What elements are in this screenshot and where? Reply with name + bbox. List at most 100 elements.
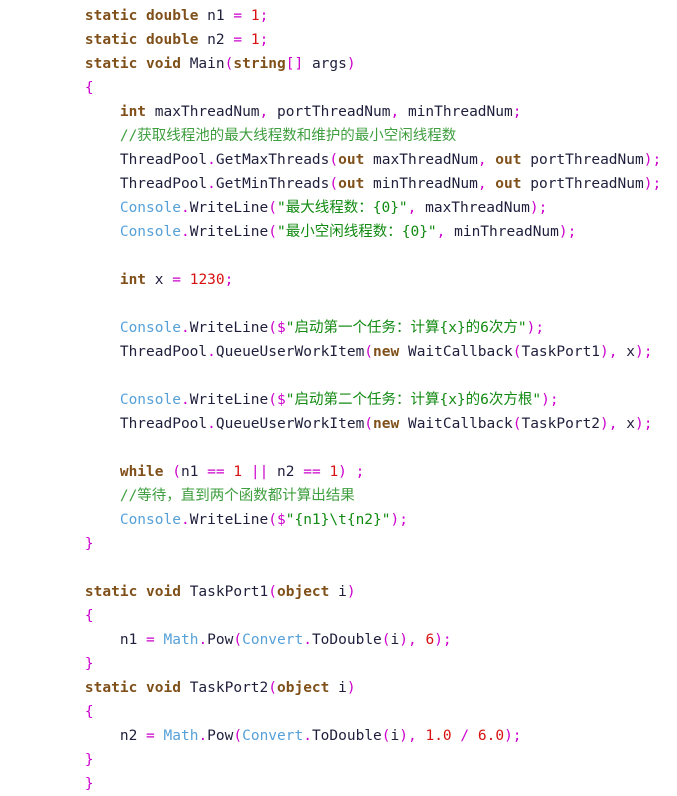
code-token-plain: portThreadNum — [521, 176, 644, 192]
code-token-plain: ThreadPool — [119, 176, 208, 192]
code-token-num: 1 — [250, 8, 260, 24]
code-token-class: Math — [163, 632, 199, 648]
code-line[interactable]: static double n2 = 1; — [0, 28, 677, 52]
code-token-num: 6 — [425, 632, 435, 648]
code-token-plain: WriteLine — [189, 512, 269, 528]
code-token-punc: , — [259, 104, 269, 120]
code-line[interactable]: { — [0, 76, 677, 100]
code-token-punc: , — [477, 152, 487, 168]
code-token-punc: ( — [329, 176, 339, 192]
code-token-kw: out — [495, 176, 522, 192]
code-line[interactable]: Console.WriteLine("最小空闲线程数：{0}", minThre… — [0, 220, 677, 244]
code-token-kw: void — [146, 56, 181, 72]
code-token-punc: ( — [233, 632, 243, 648]
code-line[interactable]: ThreadPool.GetMaxThreads(out maxThreadNu… — [0, 148, 677, 172]
code-token-kw: static — [84, 680, 138, 696]
code-token-class: Console — [119, 392, 181, 408]
code-token-punc: ); — [643, 152, 662, 168]
code-line[interactable]: } — [0, 772, 677, 796]
code-token-plain: ThreadPool — [119, 416, 208, 432]
code-token-class: Console — [119, 320, 181, 336]
code-token-punc: ; — [259, 32, 269, 48]
code-token-num: 1 — [233, 464, 243, 480]
code-token-class: Math — [163, 728, 199, 744]
code-token-num: 1 — [250, 32, 260, 48]
code-line[interactable]: //等待，直到两个函数都计算出结果 — [0, 484, 677, 508]
code-line[interactable]: { — [0, 700, 677, 724]
code-token-punc: } — [84, 656, 94, 672]
code-token-punc: { — [84, 80, 94, 96]
code-line[interactable]: static void TaskPort1(object i) — [0, 580, 677, 604]
code-line[interactable]: Console.WriteLine($"{n1}\t{n2}"); — [0, 508, 677, 532]
code-token-plain: maxThreadNum — [364, 152, 478, 168]
code-line[interactable]: n1 = Math.Pow(Convert.ToDouble(i), 6); — [0, 628, 677, 652]
code-line-blank[interactable] — [0, 436, 677, 460]
code-token-punc: ; — [224, 272, 234, 288]
code-token-punc: == — [303, 464, 321, 480]
code-token-plain: TaskPort1 — [180, 584, 269, 600]
code-line-blank[interactable] — [0, 292, 677, 316]
code-line-blank[interactable] — [0, 364, 677, 388]
code-token-punc: / — [460, 728, 470, 744]
code-line[interactable]: while (n1 == 1 || n2 == 1) ; — [0, 460, 677, 484]
code-line-blank[interactable] — [0, 556, 677, 580]
code-line[interactable]: } — [0, 748, 677, 772]
code-token-punc: ) — [346, 584, 356, 600]
code-line[interactable]: ThreadPool.GetMinThreads(out minThreadNu… — [0, 172, 677, 196]
code-line[interactable]: int x = 1230; — [0, 268, 677, 292]
code-token-punc: , — [477, 176, 487, 192]
code-line[interactable]: } — [0, 532, 677, 556]
code-token-punc: ; — [512, 104, 522, 120]
code-token-punc: . — [180, 200, 190, 216]
code-line[interactable]: } — [0, 652, 677, 676]
code-token-plain: n2 — [119, 728, 147, 744]
code-token-punc: ); — [529, 200, 548, 216]
code-token-plain: n1 — [119, 632, 147, 648]
code-token-punc: $ — [277, 320, 286, 336]
code-token-punc: $ — [277, 512, 286, 528]
code-line[interactable]: //获取线程池的最大线程数和维护的最小空闲线程数 — [0, 124, 677, 148]
code-token-plain: i — [390, 728, 400, 744]
code-token-plain: ToDouble — [311, 728, 382, 744]
code-line[interactable]: { — [0, 604, 677, 628]
code-token-kw: static — [84, 56, 138, 72]
code-token-punc: ( — [268, 200, 277, 216]
code-token-punc: { — [84, 608, 94, 624]
code-line-blank[interactable] — [0, 244, 677, 268]
code-line[interactable]: Console.WriteLine("最大线程数：{0}", maxThread… — [0, 196, 677, 220]
code-line[interactable]: Console.WriteLine($"启动第二个任务：计算{x}的6次方根")… — [0, 388, 677, 412]
code-line[interactable]: static double n1 = 1; — [0, 4, 677, 28]
code-token-punc: . — [180, 224, 190, 240]
code-line[interactable]: n2 = Math.Pow(Convert.ToDouble(i), 1.0 /… — [0, 724, 677, 748]
code-token-punc: ( — [364, 344, 374, 360]
code-line[interactable]: ThreadPool.QueueUserWorkItem(new WaitCal… — [0, 412, 677, 436]
code-line[interactable]: ThreadPool.QueueUserWorkItem(new WaitCal… — [0, 340, 677, 364]
code-token-class: Console — [119, 512, 181, 528]
code-token-kw: void — [146, 680, 181, 696]
code-token-plain: ThreadPool — [119, 344, 208, 360]
code-line[interactable]: int maxThreadNum, portThreadNum, minThre… — [0, 100, 677, 124]
code-token-plain: minThreadNum — [364, 176, 478, 192]
code-token-plain: TaskPort2 — [521, 416, 601, 432]
code-line[interactable]: static void Main(string[] args) — [0, 52, 677, 76]
code-token-punc: ) — [338, 464, 347, 480]
code-editor-content[interactable]: static double n1 = 1; static double n2 =… — [0, 0, 677, 796]
code-line[interactable]: static void TaskPort2(object i) — [0, 676, 677, 700]
code-token-punc: . — [198, 728, 208, 744]
code-token-punc: . — [207, 344, 216, 360]
code-token-plain: WriteLine — [189, 224, 269, 240]
code-token-plain: Main — [180, 56, 225, 72]
code-line[interactable]: Console.WriteLine($"启动第一个任务：计算{x}的6次方"); — [0, 316, 677, 340]
